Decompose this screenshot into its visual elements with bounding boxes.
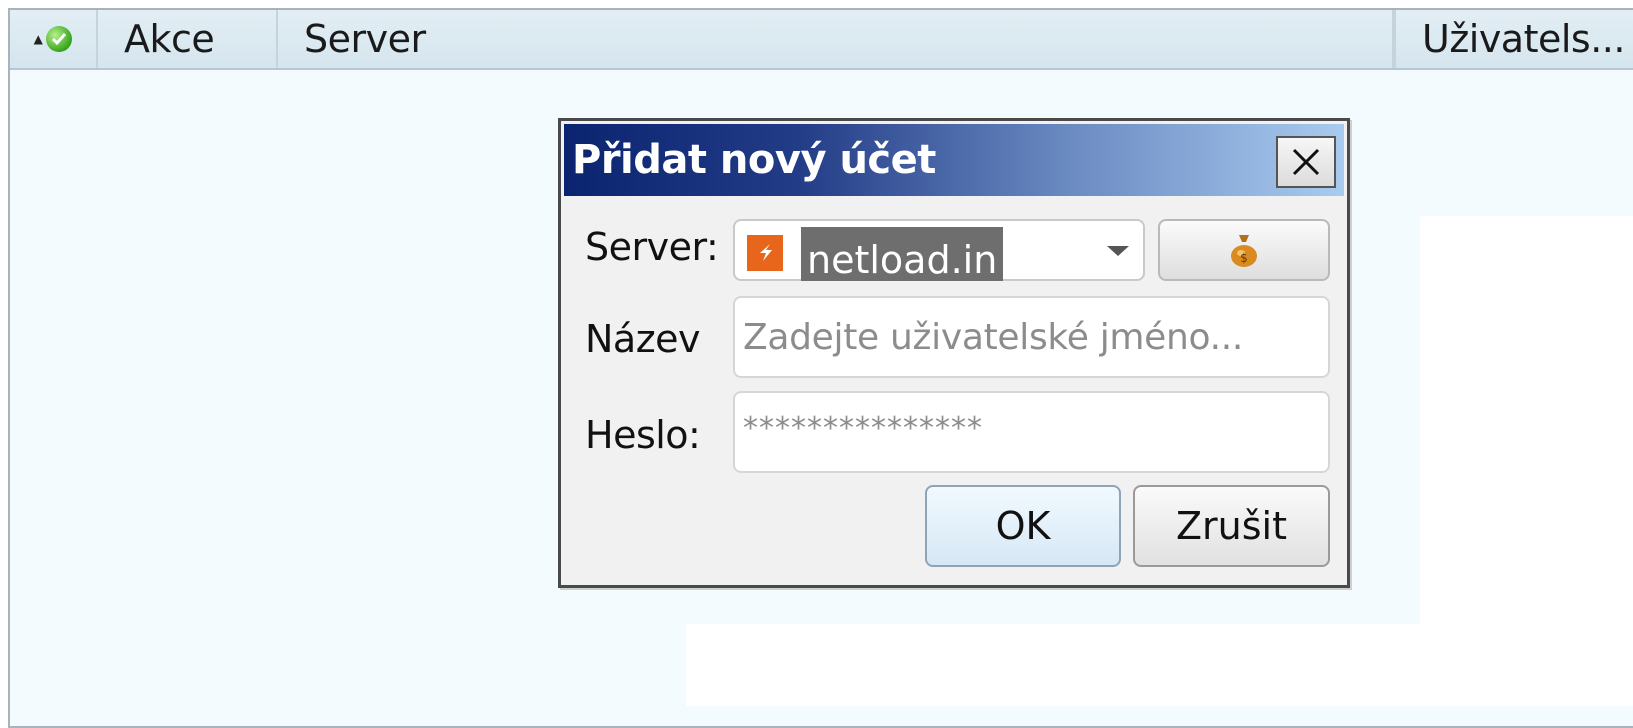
column-header-server[interactable]: Server xyxy=(278,10,1394,68)
table-header: ▲ Akce Server Uživatels... xyxy=(10,10,1633,70)
username-field[interactable]: Zadejte uživatelské jméno... xyxy=(733,296,1330,378)
svg-text:$: $ xyxy=(1240,251,1248,265)
netload-logo-icon xyxy=(747,235,783,271)
dialog-title: Přidat nový účet xyxy=(572,137,936,183)
server-select[interactable]: netload.in xyxy=(733,219,1145,281)
money-bag-icon: $ xyxy=(1231,235,1257,267)
sort-ascending-icon: ▲ xyxy=(33,32,43,46)
dialog-titlebar[interactable]: Přidat nový účet xyxy=(564,124,1344,196)
name-label: Název xyxy=(585,317,701,361)
column-header-akce[interactable]: Akce xyxy=(98,10,278,68)
cancel-button[interactable]: Zrušit xyxy=(1133,485,1330,567)
close-icon xyxy=(1292,148,1320,176)
background-panel xyxy=(686,624,1633,706)
add-account-dialog: Přidat nový účet Server: netload.in $ Ná… xyxy=(558,118,1350,588)
close-button[interactable] xyxy=(1276,136,1336,188)
premium-account-button[interactable]: $ xyxy=(1158,219,1330,281)
check-circle-icon xyxy=(46,26,73,52)
server-label: Server: xyxy=(585,225,719,269)
column-header-status[interactable]: ▲ xyxy=(10,10,98,68)
password-label: Heslo: xyxy=(585,413,701,457)
chevron-down-icon[interactable] xyxy=(1107,246,1129,256)
background-panel xyxy=(1420,216,1633,624)
ok-button[interactable]: OK xyxy=(925,485,1121,567)
column-header-user[interactable]: Uživatels... xyxy=(1394,10,1633,68)
password-field[interactable]: *************** xyxy=(733,391,1330,473)
server-select-value: netload.in xyxy=(801,227,1004,281)
